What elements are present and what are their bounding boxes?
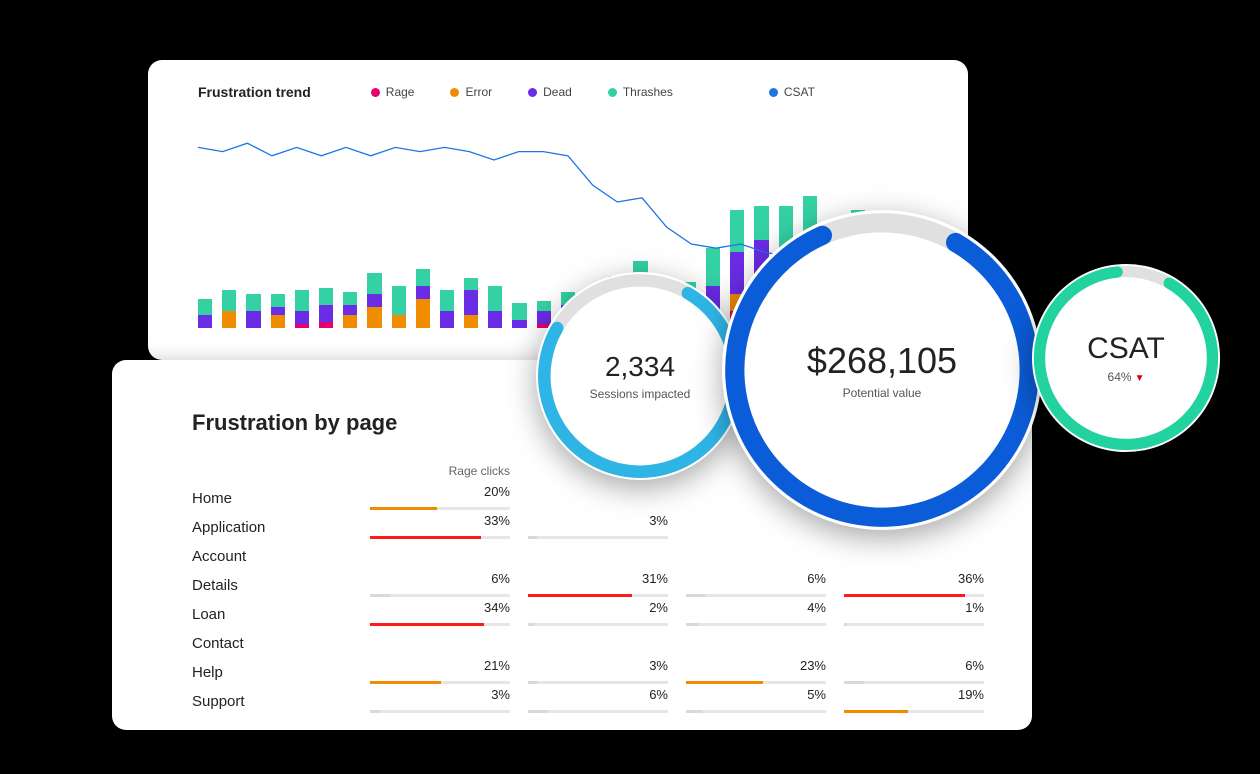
table-cell [528, 486, 668, 512]
table-cell [686, 544, 826, 570]
table-cell: 21% [370, 660, 510, 686]
page-name: Loan [192, 600, 352, 629]
table-cell: 34% [370, 602, 510, 628]
table-cell: 23% [686, 660, 826, 686]
page-name: Contact [192, 629, 352, 658]
potential-value-gauge: $268,105 Potential value [722, 210, 1042, 530]
table-cell: 6% [370, 573, 510, 599]
table-cell: 3% [528, 515, 668, 541]
legend-item-csat: CSAT [769, 85, 815, 99]
table-cell [528, 631, 668, 657]
table-cell: 5% [686, 689, 826, 715]
legend-item-error: Error [450, 85, 492, 99]
sessions-impacted-gauge: 2,334 Sessions impacted [536, 272, 744, 480]
page-name: Account [192, 542, 352, 571]
legend-item-dead: Dead [528, 85, 572, 99]
table-cell [528, 544, 668, 570]
table-cell: 4% [686, 602, 826, 628]
table-cell: 1% [844, 602, 984, 628]
table-cell: 6% [686, 573, 826, 599]
table-cell: 33% [370, 515, 510, 541]
table-cell: 20% [370, 486, 510, 512]
csat-gauge: CSAT 64%▼ [1032, 264, 1220, 452]
legend-item-thrashes: Thrashes [608, 85, 673, 99]
table-cell [844, 544, 984, 570]
table-cell: 6% [844, 660, 984, 686]
table-cell: 3% [528, 660, 668, 686]
table-cell [370, 544, 510, 570]
table-cell [844, 631, 984, 657]
table-cell: 31% [528, 573, 668, 599]
page-name: Home [192, 484, 352, 513]
table-cell [370, 631, 510, 657]
page-name: Details [192, 571, 352, 600]
legend-item-rage: Rage [371, 85, 415, 99]
table-cell: 36% [844, 573, 984, 599]
table-cell: 6% [528, 689, 668, 715]
dashboard-stage: Frustration trend Rage Error Dead Thrashes C… [40, 40, 1220, 734]
column-header: Rage clicks [370, 464, 510, 484]
trend-title: Frustration trend [198, 84, 311, 100]
table-cell: 19% [844, 689, 984, 715]
page-name: Support [192, 687, 352, 716]
table-cell: 2% [528, 602, 668, 628]
page-name: Application [192, 513, 352, 542]
page-name: Help [192, 658, 352, 687]
table-cell [686, 631, 826, 657]
trend-legend: Rage Error Dead Thrashes CSAT [371, 85, 815, 99]
table-cell: 3% [370, 689, 510, 715]
